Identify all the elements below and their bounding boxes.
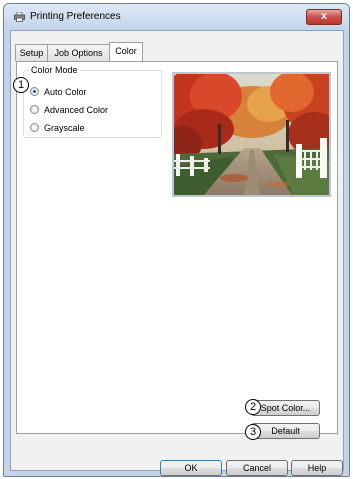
default-button[interactable]: Default: [251, 423, 320, 439]
tab-setup[interactable]: Setup: [15, 44, 48, 61]
callout-1-number: 1: [17, 79, 25, 91]
spot-color-button-label: Spot Color...: [260, 403, 311, 413]
tab-job-options[interactable]: Job Options: [47, 44, 110, 61]
tab-color[interactable]: Color: [109, 42, 143, 61]
ok-button-label: OK: [184, 463, 198, 473]
callout-3: 3: [245, 424, 261, 440]
radio-auto-color-label: Auto Color: [44, 87, 87, 97]
title-bar[interactable]: Printing Preferences x: [4, 4, 349, 30]
printing-preferences-window: Printing Preferences x Setup Job Options…: [3, 3, 350, 477]
cancel-button-label: Cancel: [242, 463, 271, 473]
radio-advanced-color-indicator[interactable]: [30, 105, 39, 114]
tab-setup-label: Setup: [19, 48, 44, 58]
autumn-road-picture: [174, 74, 329, 195]
callout-3-number: 3: [249, 426, 257, 438]
callout-2-number: 2: [249, 401, 257, 413]
color-preview-image: [172, 72, 331, 197]
printer-icon: [14, 12, 25, 22]
dialog-client-area: Setup Job Options Color Color Mode Auto …: [10, 30, 344, 476]
radio-grayscale-indicator[interactable]: [30, 123, 39, 132]
window-title: Printing Preferences: [30, 11, 121, 22]
color-mode-group: Color Mode Auto Color Advanced Color Gra…: [23, 65, 162, 138]
radio-auto-color-indicator[interactable]: [30, 87, 39, 96]
tab-job-options-label: Job Options: [54, 48, 103, 58]
close-icon: x: [320, 10, 328, 22]
radio-advanced-color-label: Advanced Color: [44, 105, 109, 115]
callout-2: 2: [245, 399, 261, 415]
help-button[interactable]: Help: [291, 460, 343, 476]
radio-grayscale-label: Grayscale: [44, 123, 85, 133]
spot-color-button[interactable]: Spot Color...: [251, 400, 320, 416]
tab-color-label: Color: [115, 46, 137, 56]
color-mode-group-label: Color Mode: [29, 65, 80, 75]
help-button-label: Help: [307, 463, 327, 473]
cancel-button[interactable]: Cancel: [226, 460, 288, 476]
default-button-label: Default: [271, 426, 300, 436]
callout-1: 1: [13, 77, 29, 93]
color-tab-panel: Color Mode Auto Color Advanced Color Gra…: [16, 61, 338, 439]
close-button[interactable]: x: [306, 9, 342, 25]
ok-button[interactable]: OK: [160, 460, 222, 476]
